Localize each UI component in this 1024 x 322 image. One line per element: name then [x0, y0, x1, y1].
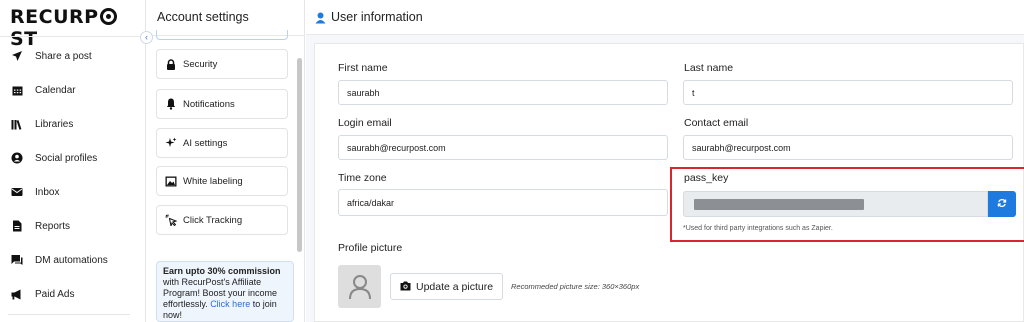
pass-key-redacted-value [694, 199, 864, 210]
time-zone-label: Time zone [338, 172, 387, 184]
envelope-icon [10, 185, 24, 199]
app-window: RECURPST Share a post Calendar Libraries [0, 0, 1024, 322]
picture-size-hint: Recommeded picture size: 360×360px [511, 282, 640, 291]
avatar [338, 265, 381, 308]
nav-item-label: DM automations [35, 254, 108, 266]
update-picture-label: Update a picture [416, 280, 494, 293]
pass-key-label: pass_key [684, 172, 729, 184]
nav-item-share-a-post[interactable]: Share a post [0, 39, 146, 73]
cursor-click-icon [165, 214, 177, 226]
menu-item-security[interactable]: Security [156, 49, 288, 79]
menu-item-label: White labeling [183, 175, 243, 187]
nav-item-label: Calendar [35, 84, 76, 96]
scrollbar-thumb[interactable] [297, 58, 302, 252]
menu-item-ai-settings[interactable]: AI settings [156, 128, 288, 158]
menu-item-white-labeling[interactable]: White labeling [156, 166, 288, 196]
nav-item-label: Paid Ads [35, 288, 75, 300]
last-name-label: Last name [684, 62, 734, 74]
pass-key-help-text: *Used for third party integrations such … [683, 225, 833, 232]
pass-key-highlight: pass_key *Used for third party integrati… [670, 167, 1024, 242]
nav-list: Share a post Calendar Libraries Social p… [0, 39, 146, 311]
sparkle-icon [165, 137, 177, 149]
user-icon [315, 11, 327, 24]
menu-item-label: AI settings [183, 137, 228, 149]
bell-icon [165, 98, 177, 110]
chat-icon [10, 253, 24, 267]
user-circle-icon [10, 151, 24, 165]
user-info-card: First name saurabh Last name t Login ema… [314, 43, 1024, 322]
megaphone-icon [10, 287, 24, 301]
nav-item-social-profiles[interactable]: Social profiles [0, 141, 146, 175]
lock-icon [165, 58, 177, 70]
refresh-icon [997, 195, 1007, 213]
left-nav: RECURPST Share a post Calendar Libraries [0, 0, 146, 322]
divider [8, 314, 130, 315]
nav-item-label: Reports [35, 220, 71, 232]
image-icon [165, 175, 177, 187]
first-name-label: First name [338, 62, 388, 74]
menu-item-notifications[interactable]: Notifications [156, 89, 288, 119]
report-icon [10, 219, 24, 233]
recurpost-logo[interactable]: RECURPST [10, 6, 145, 50]
nav-item-paid-ads[interactable]: Paid Ads [0, 277, 146, 311]
divider [0, 36, 146, 37]
affiliate-promo: Earn upto 30% commission with RecurPost'… [156, 261, 294, 322]
nav-item-dm-automations[interactable]: DM automations [0, 243, 146, 277]
menu-item-label: Notifications [183, 98, 235, 110]
promo-link[interactable]: Click here [210, 299, 250, 309]
main-header: User information [306, 0, 1024, 35]
nav-item-libraries[interactable]: Libraries [0, 107, 146, 141]
pass-key-input[interactable] [683, 191, 988, 217]
login-email-input[interactable]: saurabh@recurpost.com [338, 135, 668, 160]
camera-icon [400, 278, 411, 296]
logo-o-icon [99, 8, 117, 25]
chevron-left-icon[interactable]: ‹ [140, 31, 153, 44]
nav-item-label: Inbox [35, 186, 60, 198]
nav-item-inbox[interactable]: Inbox [0, 175, 146, 209]
first-name-input[interactable]: saurabh [338, 80, 668, 105]
contact-email-label: Contact email [684, 117, 749, 129]
nav-item-label: Share a post [35, 50, 92, 62]
promo-heading: Earn upto 30% commission [163, 266, 281, 276]
send-icon [10, 49, 24, 63]
nav-item-label: Libraries [35, 118, 74, 130]
menu-item-label: Security [183, 58, 218, 70]
main-content: User information First name saurabh Last… [306, 0, 1024, 322]
last-name-input[interactable]: t [683, 80, 1013, 105]
libraries-icon [10, 117, 24, 131]
menu-item-partial[interactable] [156, 30, 288, 40]
refresh-pass-key-button[interactable] [988, 191, 1016, 217]
contact-email-input[interactable]: saurabh@recurpost.com [683, 135, 1013, 160]
profile-picture-label: Profile picture [338, 242, 403, 254]
page-title: User information [331, 10, 423, 24]
login-email-label: Login email [338, 117, 392, 129]
nav-item-reports[interactable]: Reports [0, 209, 146, 243]
nav-item-calendar[interactable]: Calendar [0, 73, 146, 107]
settings-title: Account settings [157, 10, 249, 24]
nav-item-label: Social profiles [35, 152, 98, 164]
calendar-icon [10, 83, 24, 97]
time-zone-select[interactable]: africa/dakar [338, 189, 668, 216]
settings-panel: Account settings ‹ Security Notification… [140, 0, 305, 322]
update-picture-button[interactable]: Update a picture [390, 273, 503, 300]
menu-item-click-tracking[interactable]: Click Tracking [156, 205, 288, 235]
menu-item-label: Click Tracking [183, 214, 243, 226]
